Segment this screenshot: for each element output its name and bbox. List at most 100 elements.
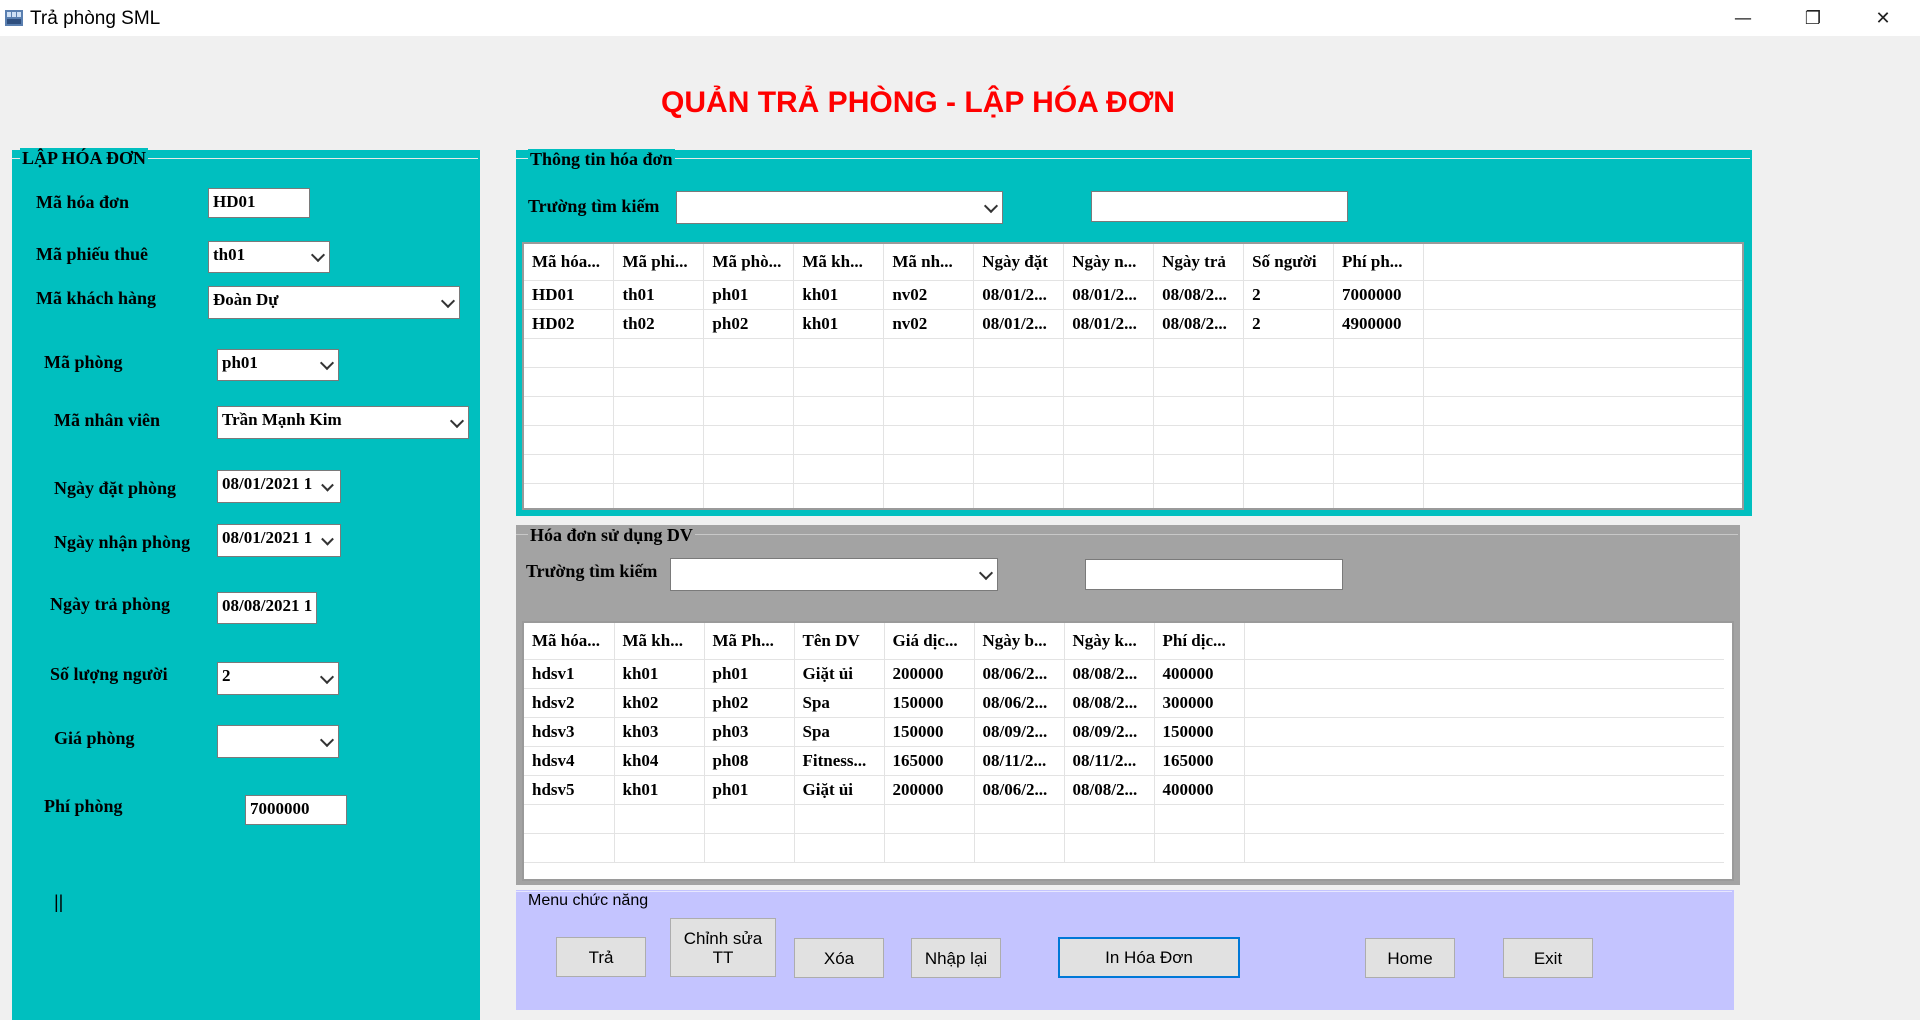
table-cell[interactable]	[884, 804, 975, 834]
minimize-button[interactable]: —	[1708, 0, 1778, 36]
column-header[interactable]: Số người	[1243, 244, 1335, 281]
column-header[interactable]: Mã hóa...	[524, 623, 615, 660]
table-cell[interactable]: kh01	[614, 775, 705, 805]
table-cell[interactable]: 200000	[884, 659, 975, 689]
table-row[interactable]: hdsv5 kh01 ph01 Giặt ủi 200000 08/06/2... 08/0…	[524, 775, 1724, 805]
ma-hoa-don-field[interactable]: HD01	[208, 188, 310, 218]
ngay-dat-phong-picker[interactable]: 08/01/2021 1	[217, 470, 341, 503]
table-cell[interactable]	[1063, 396, 1155, 426]
table-row[interactable]: hdsv4 kh04 ph08 Fitness... 165000 08/11/2... 0…	[524, 746, 1724, 776]
table-cell[interactable]: HD01	[524, 280, 615, 310]
table-cell[interactable]	[703, 367, 795, 397]
ma-phieu-thue-combo[interactable]: th01	[208, 241, 330, 273]
table-cell[interactable]	[973, 338, 1065, 368]
table-cell[interactable]: 2	[1243, 309, 1335, 339]
table-cell[interactable]: nv02	[883, 309, 975, 339]
table-cell[interactable]	[613, 483, 705, 508]
invoice-search-field-combo[interactable]	[676, 191, 1003, 224]
table-cell[interactable]: 2	[1243, 280, 1335, 310]
table-cell[interactable]	[973, 454, 1065, 484]
ngay-tra-phong-field[interactable]: 08/08/2021 1	[217, 592, 317, 624]
table-cell[interactable]	[1063, 338, 1155, 368]
table-cell[interactable]	[793, 483, 885, 508]
column-header[interactable]: Ngày đặt	[973, 244, 1065, 281]
table-cell[interactable]	[613, 425, 705, 455]
column-header[interactable]: Mã phò...	[703, 244, 795, 281]
table-cell[interactable]: 150000	[884, 688, 975, 718]
table-cell[interactable]: 08/08/2...	[1153, 280, 1245, 310]
empty-row[interactable]	[524, 804, 1724, 834]
table-cell[interactable]	[703, 454, 795, 484]
table-cell[interactable]: ph02	[704, 688, 795, 718]
table-cell[interactable]	[703, 396, 795, 426]
table-cell[interactable]	[883, 338, 975, 368]
table-cell[interactable]: 200000	[884, 775, 975, 805]
table-cell[interactable]	[1154, 804, 1245, 834]
table-cell[interactable]: 08/11/2...	[974, 746, 1065, 776]
column-header[interactable]: Mã Ph...	[704, 623, 795, 660]
table-cell[interactable]	[1333, 454, 1424, 484]
table-cell[interactable]: 08/11/2...	[1064, 746, 1155, 776]
ma-khach-hang-combo[interactable]: Đoàn Dự	[208, 286, 460, 319]
ngay-nhan-phong-picker[interactable]: 08/01/2021 1	[217, 524, 341, 557]
table-cell[interactable]	[793, 338, 885, 368]
column-header[interactable]: Ngày k...	[1064, 623, 1155, 660]
table-cell[interactable]: Spa	[794, 688, 885, 718]
table-cell[interactable]	[613, 338, 705, 368]
table-cell[interactable]: ph01	[704, 659, 795, 689]
ma-phong-combo[interactable]: ph01	[217, 349, 339, 381]
table-cell[interactable]	[1153, 367, 1245, 397]
table-cell[interactable]: 165000	[1154, 746, 1245, 776]
table-cell[interactable]: 150000	[1154, 717, 1245, 747]
ma-nhan-vien-combo[interactable]: Trần Mạnh Kim	[217, 406, 469, 439]
table-row[interactable]: hdsv3 kh03 ph03 Spa 150000 08/09/2... 08/09/2.…	[524, 717, 1724, 747]
table-cell[interactable]	[1243, 483, 1335, 508]
phi-phong-field[interactable]: 7000000	[245, 795, 347, 825]
table-cell[interactable]	[1333, 425, 1424, 455]
table-cell[interactable]	[703, 483, 795, 508]
table-cell[interactable]	[1064, 833, 1155, 863]
table-cell[interactable]: kh01	[793, 280, 885, 310]
table-cell[interactable]	[1154, 833, 1245, 863]
table-cell[interactable]	[703, 425, 795, 455]
table-cell[interactable]	[524, 396, 615, 426]
table-cell[interactable]: kh04	[614, 746, 705, 776]
so-luong-nguoi-combo[interactable]: 2	[217, 662, 339, 695]
table-cell[interactable]	[794, 833, 885, 863]
table-cell[interactable]: 165000	[884, 746, 975, 776]
table-cell[interactable]	[1063, 454, 1155, 484]
table-cell[interactable]	[614, 833, 705, 863]
table-cell[interactable]: 300000	[1154, 688, 1245, 718]
table-cell[interactable]	[973, 367, 1065, 397]
empty-row[interactable]	[524, 367, 1742, 397]
table-cell[interactable]: HD02	[524, 309, 615, 339]
table-cell[interactable]: 08/08/2...	[1064, 688, 1155, 718]
table-cell[interactable]: 4900000	[1333, 309, 1424, 339]
table-cell[interactable]	[613, 396, 705, 426]
close-button[interactable]: ✕	[1848, 0, 1918, 36]
table-cell[interactable]: 400000	[1154, 775, 1245, 805]
table-row[interactable]: hdsv2 kh02 ph02 Spa 150000 08/06/2... 08/08/2.…	[524, 688, 1724, 718]
chinh-sua-tt-button[interactable]: Chỉnh sửa TT	[670, 918, 776, 977]
home-button[interactable]: Home	[1365, 938, 1455, 978]
table-cell[interactable]: 150000	[884, 717, 975, 747]
table-cell[interactable]: 08/06/2...	[974, 775, 1065, 805]
table-cell[interactable]	[973, 396, 1065, 426]
table-cell[interactable]	[524, 425, 615, 455]
table-cell[interactable]	[883, 367, 975, 397]
table-cell[interactable]: 08/01/2...	[973, 280, 1065, 310]
table-cell[interactable]: Giặt ủi	[794, 775, 885, 805]
table-cell[interactable]	[1153, 338, 1245, 368]
table-cell[interactable]	[1243, 338, 1335, 368]
table-cell[interactable]	[1063, 425, 1155, 455]
table-cell[interactable]: 08/01/2...	[1063, 280, 1155, 310]
column-header[interactable]: Mã kh...	[614, 623, 705, 660]
column-header[interactable]: Mã phi...	[613, 244, 705, 281]
table-cell[interactable]: ph02	[703, 309, 795, 339]
restore-button[interactable]: ❐	[1778, 0, 1848, 36]
table-cell[interactable]	[1243, 367, 1335, 397]
table-cell[interactable]: Spa	[794, 717, 885, 747]
column-header[interactable]: Tên DV	[794, 623, 885, 660]
table-cell[interactable]: 08/08/2...	[1064, 775, 1155, 805]
table-cell[interactable]: hdsv4	[524, 746, 615, 776]
